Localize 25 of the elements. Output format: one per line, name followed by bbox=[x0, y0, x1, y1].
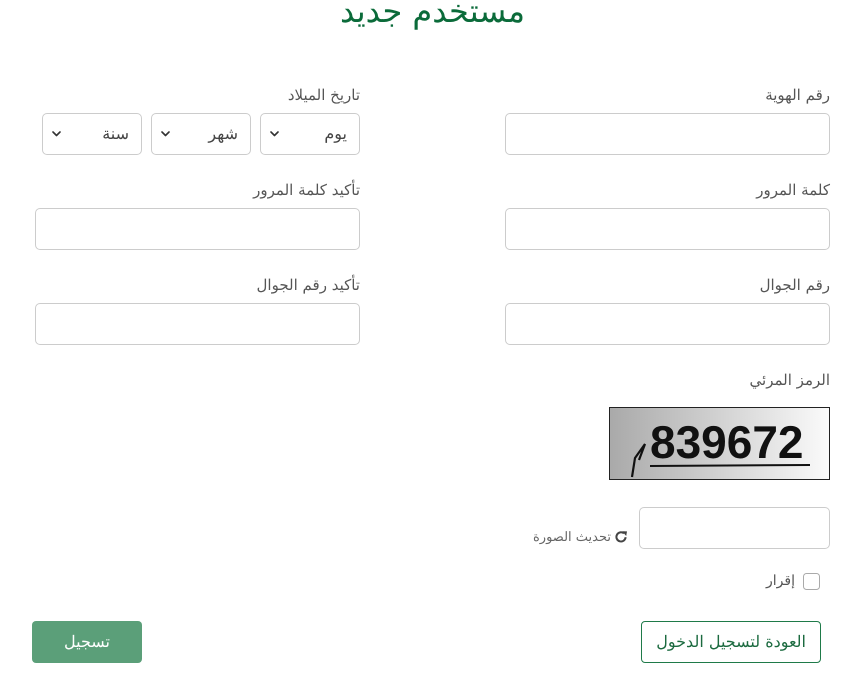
agreement-checkbox[interactable] bbox=[803, 573, 820, 590]
chevron-down-icon bbox=[270, 131, 279, 137]
chevron-down-icon bbox=[52, 131, 61, 137]
input-field[interactable] bbox=[505, 303, 830, 345]
year-select[interactable]: سنة bbox=[42, 113, 142, 155]
captcha-input-field[interactable] bbox=[639, 507, 830, 549]
day-select[interactable]: يوم bbox=[260, 113, 360, 155]
field-label: كلمة المرور bbox=[754, 180, 830, 200]
captcha-image: 839672 bbox=[609, 407, 830, 480]
field-label: تأكيد رقم الجوال bbox=[256, 275, 360, 295]
input-field[interactable] bbox=[35, 208, 360, 250]
refresh-icon bbox=[614, 530, 628, 544]
field-label: الرمز المرئي bbox=[748, 370, 830, 390]
field-label: تأكيد كلمة المرور bbox=[252, 180, 360, 200]
input-field[interactable] bbox=[505, 208, 830, 250]
chevron-down-icon bbox=[161, 131, 170, 137]
field-label: رقم الهوية bbox=[764, 85, 830, 105]
month-select[interactable]: شهر bbox=[151, 113, 251, 155]
field-label: رقم الجوال bbox=[758, 275, 830, 295]
field-label: تاريخ الميلاد bbox=[286, 85, 360, 105]
input-field[interactable] bbox=[35, 303, 360, 345]
refresh-image-link[interactable]: تحديث الصورة bbox=[533, 528, 628, 547]
back-to-login-button[interactable]: العودة لتسجيل الدخول bbox=[641, 621, 821, 663]
checkbox-label: إقرار bbox=[766, 572, 795, 591]
input-field[interactable] bbox=[505, 113, 830, 155]
